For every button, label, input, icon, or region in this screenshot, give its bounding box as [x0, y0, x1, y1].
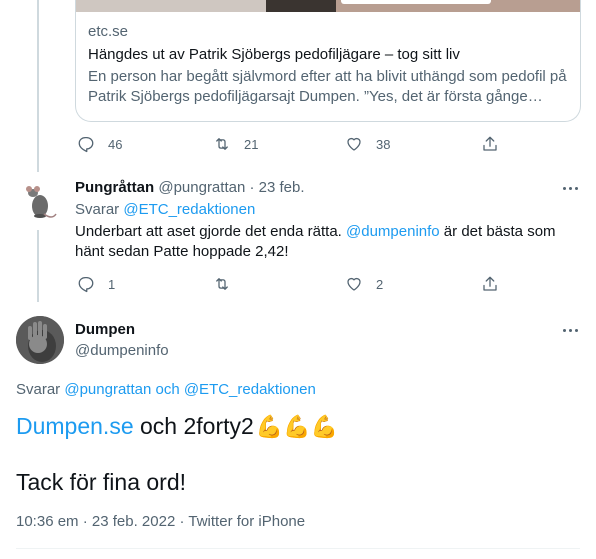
- tweet-text-part: hänt sedan Patte hoppade 2,42!: [75, 243, 289, 260]
- reply-tweet-header: Pungråttan @pungrattan · 23 feb.: [75, 178, 305, 198]
- heart-icon: [347, 277, 361, 291]
- reply-button[interactable]: 46: [77, 134, 122, 154]
- tweet-date[interactable]: 23 feb.: [259, 179, 305, 196]
- replying-to-link[interactable]: @pungrattan och @ETC_redaktionen: [64, 381, 315, 398]
- divider: [16, 548, 580, 549]
- retweet-button[interactable]: 21: [213, 134, 258, 154]
- mention-link[interactable]: @dumpeninfo: [346, 223, 440, 240]
- tweet-text-line-2: Tack för fina ord!: [16, 469, 187, 495]
- retweet-icon: [216, 138, 228, 150]
- replying-prefix: Svarar: [16, 381, 65, 398]
- tweet-actions: 46 21 38: [75, 134, 505, 154]
- tweet-text-part: och 2forty2: [133, 413, 254, 439]
- retweet-count: 21: [244, 136, 259, 152]
- retweet-icon: [216, 278, 228, 290]
- like-count: 38: [376, 136, 391, 152]
- like-count: 2: [376, 276, 384, 292]
- main-author: Dumpen @dumpeninfo: [75, 320, 169, 361]
- replying-to: Svarar @ETC_redaktionen: [75, 200, 255, 220]
- tweet-text-part: är det bästa som: [439, 223, 556, 240]
- more-icon[interactable]: [560, 320, 580, 340]
- separator: ·: [249, 179, 255, 196]
- tweet-meta: 10:36 em · 23 feb. 2022 · Twitter for iP…: [16, 512, 305, 532]
- heart-icon: [347, 137, 361, 151]
- tweet-actions: 1 2: [75, 274, 505, 294]
- replying-to-link[interactable]: @ETC_redaktionen: [123, 201, 255, 218]
- share-icon: [483, 136, 497, 151]
- avatar[interactable]: [16, 316, 64, 364]
- author-name[interactable]: Dumpen: [75, 320, 169, 340]
- replying-prefix: Svarar: [75, 201, 124, 218]
- like-button[interactable]: 38: [345, 134, 390, 154]
- separator: ·: [82, 513, 88, 530]
- thread-line-2: [37, 230, 39, 302]
- link-preview-card[interactable]: etc.se Hängdes ut av Patrik Sjöbergs ped…: [75, 0, 581, 122]
- website-link[interactable]: Dumpen.se: [16, 413, 134, 439]
- tweet-time[interactable]: 10:36 em: [16, 513, 79, 530]
- reply-count: 1: [108, 276, 116, 292]
- more-icon[interactable]: [560, 178, 580, 198]
- replying-to: Svarar @pungrattan och @ETC_redaktionen: [16, 380, 316, 400]
- tweet-text-part: Underbart att aset gjorde det enda rätta…: [75, 223, 347, 240]
- share-button[interactable]: [481, 274, 499, 294]
- tweet-source[interactable]: Twitter for iPhone: [188, 513, 305, 530]
- avatar[interactable]: [16, 180, 60, 224]
- hand-avatar-image: [16, 316, 64, 364]
- tweet-text: Underbart att aset gjorde det enda rätta…: [75, 222, 575, 262]
- rat-avatar-image: [26, 186, 57, 218]
- reply-icon: [78, 276, 94, 293]
- link-title: Hängdes ut av Patrik Sjöbergs pedofiljäg…: [88, 46, 460, 63]
- like-button[interactable]: 2: [345, 274, 383, 294]
- flexed-biceps-emoji: 💪💪💪: [255, 414, 338, 439]
- reply-count: 46: [108, 136, 123, 152]
- thread-line: [37, 0, 39, 172]
- link-domain: etc.se: [88, 23, 129, 40]
- author-handle[interactable]: @dumpeninfo: [75, 341, 169, 361]
- link-description: En person har begått självmord efter att…: [88, 68, 567, 105]
- author-name[interactable]: Pungråttan: [75, 179, 154, 196]
- retweet-button[interactable]: [213, 274, 244, 294]
- author-handle[interactable]: @pungrattan: [158, 179, 245, 196]
- link-preview-image: [76, 0, 580, 12]
- tweet-date[interactable]: 23 feb. 2022: [92, 513, 175, 530]
- share-icon: [483, 276, 497, 291]
- reply-button[interactable]: 1: [77, 274, 115, 294]
- share-button[interactable]: [481, 134, 499, 154]
- reply-icon: [78, 136, 94, 153]
- tweet-text-line-1: Dumpen.se och 2forty2💪💪💪: [16, 412, 338, 441]
- separator: ·: [179, 513, 185, 530]
